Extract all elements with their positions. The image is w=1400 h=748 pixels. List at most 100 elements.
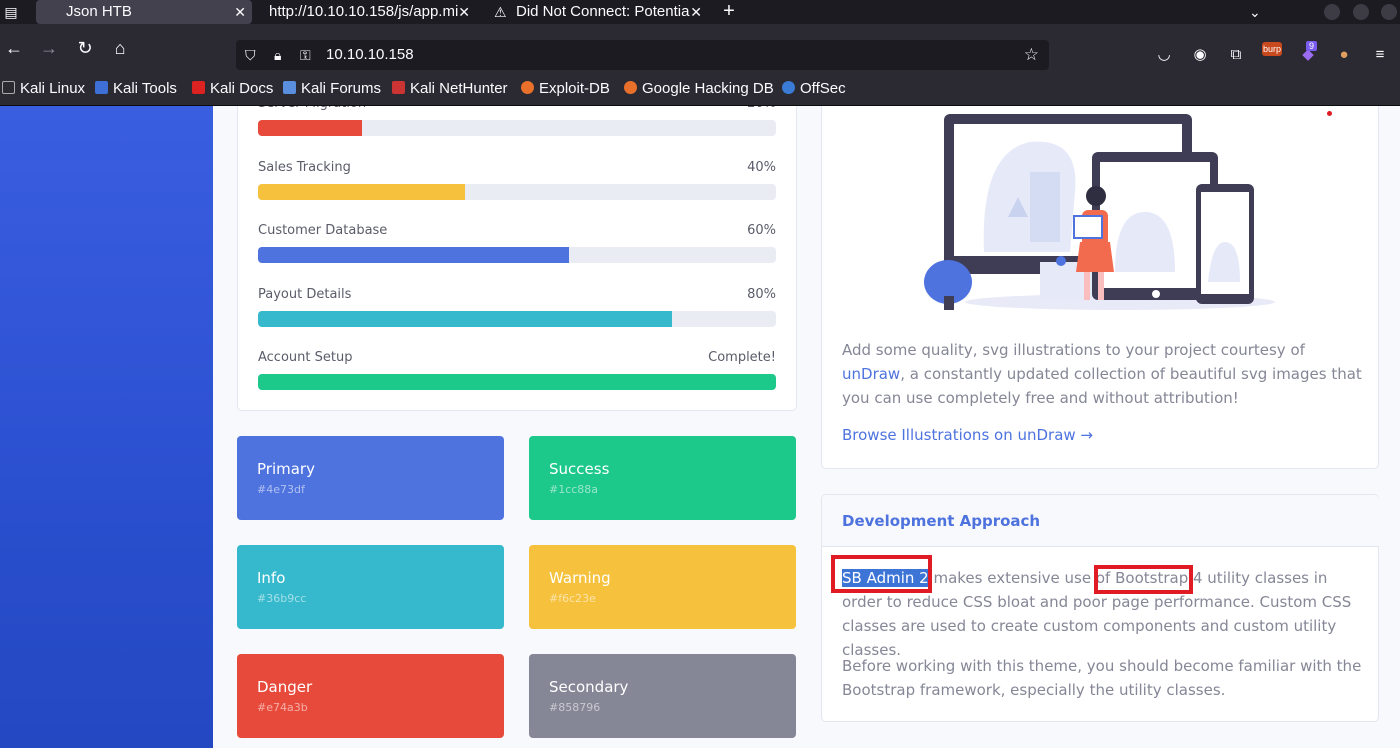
- color-card-danger: Danger #e74a3b: [237, 654, 504, 738]
- bookmark-kali-nethunter[interactable]: Kali NetHunter: [392, 80, 508, 97]
- description-text: , a constantly updated collection of bea…: [842, 365, 1362, 407]
- color-card-primary: Primary #4e73df: [237, 436, 504, 520]
- color-name: Info: [257, 569, 286, 587]
- color-card-warning: Warning #f6c23e: [529, 545, 796, 629]
- back-arrow-icon[interactable]: ←: [2, 36, 26, 60]
- kali-forums-icon: [283, 81, 296, 94]
- undraw-link[interactable]: unDraw: [842, 365, 900, 383]
- progress-track: [258, 247, 776, 263]
- progress-fill: [258, 120, 362, 136]
- pocket-icon[interactable]: ◡: [1154, 45, 1174, 65]
- nethunter-icon: [392, 81, 405, 94]
- sidebar: [0, 106, 213, 748]
- close-icon[interactable]: ✕: [458, 0, 470, 24]
- tab-did-not-connect[interactable]: ⚠ Did Not Connect: Potentia ✕: [482, 0, 708, 24]
- lock-icon[interactable]: 🔒︎: [274, 40, 281, 70]
- color-name: Success: [549, 460, 610, 478]
- progress-track: [258, 120, 776, 136]
- tab-list-icon[interactable]: ▤: [0, 2, 22, 22]
- color-hex: #36b9cc: [257, 592, 307, 605]
- extensions-icon[interactable]: ⧉: [1226, 45, 1246, 65]
- burp-extension-icon[interactable]: burp: [1262, 42, 1282, 56]
- url-text[interactable]: 10.10.10.158: [326, 40, 414, 70]
- close-icon[interactable]: ✕: [690, 0, 702, 24]
- cookie-icon[interactable]: ●: [1334, 45, 1354, 65]
- tab-json-htb[interactable]: Json HTB ✕: [36, 0, 252, 24]
- bookmark-google-hacking-db[interactable]: Google Hacking DB: [624, 80, 774, 97]
- offsec-icon: [782, 81, 795, 94]
- progress-label: Customer Database: [258, 223, 388, 238]
- bookmark-kali-docs[interactable]: Kali Docs: [192, 80, 273, 97]
- bookmark-offsec[interactable]: OffSec: [782, 80, 846, 97]
- extension-badge: 9: [1306, 41, 1318, 51]
- progress-row: Customer Database 60%: [258, 223, 776, 263]
- progress-value: 80%: [747, 287, 776, 302]
- color-hex: #4e73df: [257, 483, 305, 496]
- bookmark-exploit-db[interactable]: Exploit-DB: [521, 80, 610, 97]
- progress-header: Sales Tracking 40%: [258, 160, 776, 178]
- tab-label: Json HTB: [66, 3, 132, 20]
- warning-icon: ⚠: [494, 4, 507, 20]
- menu-icon[interactable]: ≡: [1370, 45, 1390, 65]
- progress-header: Payout Details 80%: [258, 287, 776, 305]
- color-name: Primary: [257, 460, 315, 478]
- tab-label: http://10.10.10.158/js/app.mi: [269, 3, 459, 20]
- progress-track: [258, 311, 776, 327]
- url-bar[interactable]: ⛉ 🔒︎ ⚿ 10.10.10.158 ☆: [236, 40, 1049, 70]
- progress-fill: [258, 247, 569, 263]
- bookmark-label: Kali Docs: [210, 80, 274, 97]
- forward-arrow-icon[interactable]: →: [37, 36, 61, 60]
- reload-icon[interactable]: ↻: [73, 36, 97, 60]
- bookmark-kali-linux[interactable]: Kali Linux: [2, 80, 85, 97]
- card-title: Development Approach: [842, 512, 1041, 530]
- kali-docs-icon: [192, 81, 205, 94]
- color-name: Warning: [549, 569, 611, 587]
- browse-illustrations-link[interactable]: Browse Illustrations on unDraw →: [842, 426, 1093, 444]
- bookmark-label: Kali Forums: [301, 80, 382, 97]
- progress-fill: [258, 184, 466, 200]
- color-name: Danger: [257, 678, 313, 696]
- development-card-header: Development Approach: [822, 495, 1379, 547]
- cursor-dot: [1327, 111, 1332, 116]
- bookmark-label: Google Hacking DB: [642, 80, 774, 97]
- progress-label: Sales Tracking: [258, 160, 351, 175]
- bookmark-label: Kali Tools: [113, 80, 177, 97]
- progress-header: Server Migration 20%: [258, 106, 776, 114]
- key-icon[interactable]: ⚿: [300, 40, 311, 70]
- description-text: Add some quality, svg illustrations to y…: [842, 341, 1305, 359]
- progress-value: 20%: [747, 106, 776, 111]
- chevron-down-icon[interactable]: ⌄: [1249, 0, 1261, 24]
- tab-app-js[interactable]: http://10.10.10.158/js/app.mi ✕: [258, 0, 476, 24]
- progress-row: Payout Details 80%: [258, 287, 776, 327]
- tab-label: Did Not Connect: Potentia: [516, 3, 690, 20]
- maximize-button[interactable]: [1353, 4, 1369, 20]
- minimize-button[interactable]: [1324, 4, 1340, 20]
- color-hex: #f6c23e: [549, 592, 596, 605]
- color-hex: #1cc88a: [549, 483, 599, 496]
- illustrations-description: Add some quality, svg illustrations to y…: [842, 338, 1362, 410]
- bookmark-label: Exploit-DB: [539, 80, 610, 97]
- close-icon[interactable]: ✕: [234, 0, 246, 24]
- bookmark-kali-forums[interactable]: Kali Forums: [283, 80, 381, 97]
- home-icon[interactable]: ⌂: [108, 36, 132, 60]
- progress-value: 60%: [747, 223, 776, 238]
- progress-label: Payout Details: [258, 287, 352, 302]
- bookmark-kali-tools[interactable]: Kali Tools: [95, 80, 177, 97]
- shield-icon[interactable]: ⛉: [245, 40, 256, 70]
- color-hex: #e74a3b: [257, 701, 308, 714]
- illustration-image: [924, 114, 1275, 310]
- progress-row: Server Migration 20%: [258, 106, 776, 136]
- account-icon[interactable]: ◉: [1190, 45, 1210, 65]
- progress-track: [258, 184, 776, 200]
- annotation-box-bootstrap: [1094, 565, 1193, 594]
- exploit-db-icon: [521, 81, 534, 94]
- kali-dragon-icon: [2, 81, 15, 94]
- kali-tools-icon: [95, 81, 108, 94]
- development-paragraph-2: Before working with this theme, you shou…: [842, 657, 1362, 699]
- close-window-button[interactable]: [1381, 4, 1397, 20]
- bookmark-star-icon[interactable]: ☆: [1024, 40, 1039, 70]
- progress-label: Server Migration: [258, 106, 366, 111]
- bookmark-label: Kali Linux: [20, 80, 86, 97]
- color-card-info: Info #36b9cc: [237, 545, 504, 629]
- new-tab-icon[interactable]: +: [719, 0, 739, 24]
